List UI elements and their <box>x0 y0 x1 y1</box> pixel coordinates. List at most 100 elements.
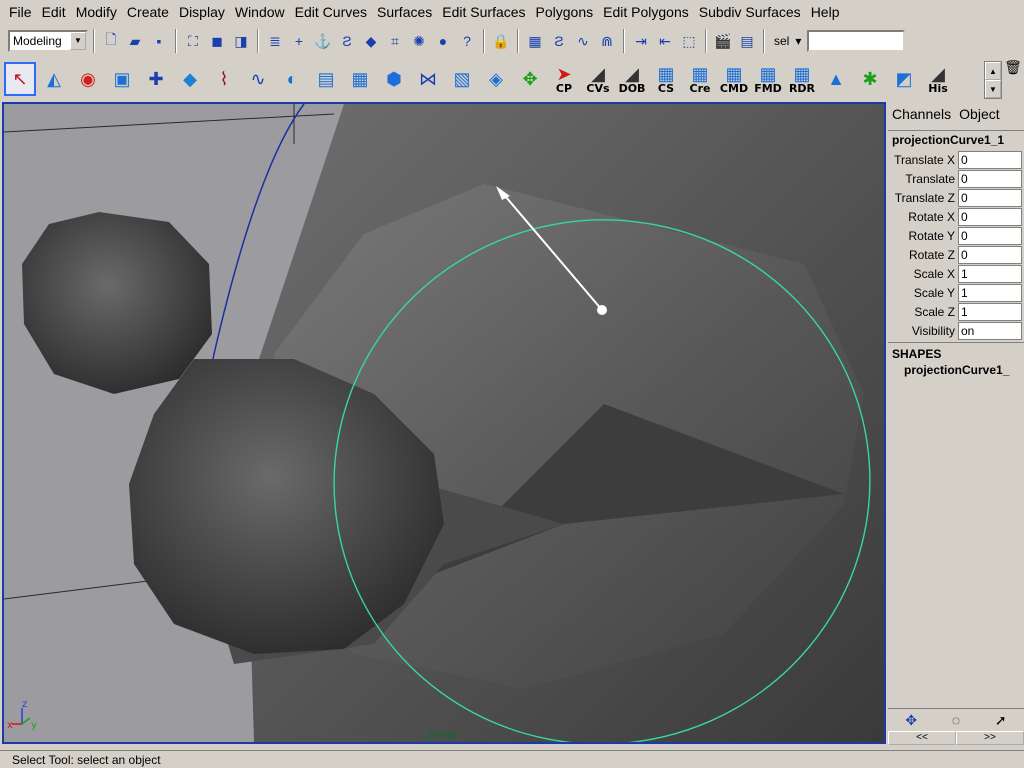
sculpt-button[interactable]: ▲ <box>820 62 852 96</box>
uv-editor-button[interactable]: ◩ <box>888 62 920 96</box>
tab-channels[interactable]: Channels <box>892 106 951 122</box>
manipulator-tool-button[interactable]: ◆ <box>174 62 206 96</box>
menu-window[interactable]: Window <box>230 0 290 24</box>
attribute-name[interactable]: Translate <box>888 172 958 186</box>
attribute-value-field[interactable]: 1 <box>958 302 1022 321</box>
menu-edit[interactable]: Edit <box>37 0 71 24</box>
shape-name[interactable]: projectionCurve1_ <box>888 363 1024 377</box>
menu-subdiv-surfaces[interactable]: Subdiv Surfaces <box>694 0 806 24</box>
plus-icon[interactable]: + <box>288 30 310 52</box>
snap-curve-icon[interactable]: Ƨ <box>336 30 358 52</box>
perspective-viewport[interactable]: x y z persp <box>2 102 886 744</box>
rotate-tool-button[interactable]: ◉ <box>72 62 104 96</box>
select-hierarchy-icon[interactable]: ⛶ <box>182 30 204 52</box>
attribute-name[interactable]: Scale Z <box>888 305 958 319</box>
mode-dropdown[interactable]: Modeling ▼ <box>8 30 88 52</box>
cmd-button[interactable]: ▦ CMD <box>718 62 750 96</box>
menu-edit-polygons[interactable]: Edit Polygons <box>598 0 694 24</box>
attribute-value-field[interactable]: 1 <box>958 283 1022 302</box>
select-object-icon[interactable]: ◼ <box>206 30 228 52</box>
attribute-name[interactable]: Translate X <box>888 153 958 167</box>
magnet-icon[interactable]: ⋒ <box>596 30 618 52</box>
snap-point-icon[interactable]: ◆ <box>360 30 382 52</box>
snap-live-icon[interactable]: ✺ <box>408 30 430 52</box>
menu-create[interactable]: Create <box>122 0 174 24</box>
ep-curve-tool-button[interactable]: ⌇ <box>208 62 240 96</box>
circle-icon[interactable]: ◌ <box>952 712 960 728</box>
attribute-name[interactable]: Rotate Z <box>888 248 958 262</box>
attribute-value-field[interactable]: 0 <box>958 226 1022 245</box>
revolve-button[interactable]: ◐ <box>276 62 308 96</box>
move-tool-button[interactable]: ✚ <box>140 62 172 96</box>
shelf-scroll-down-icon[interactable]: ▼ <box>985 80 1001 98</box>
lasso-tool-button[interactable]: ◭ <box>38 62 70 96</box>
menu-display[interactable]: Display <box>174 0 230 24</box>
attribute-value-field[interactable]: 0 <box>958 169 1022 188</box>
attribute-name[interactable]: Scale Y <box>888 286 958 300</box>
output-line-icon[interactable]: ⇤ <box>654 30 676 52</box>
ipr-render-icon[interactable]: ▤ <box>736 30 758 52</box>
attribute-value-field[interactable]: 0 <box>958 188 1022 207</box>
loft-button[interactable]: ▤ <box>310 62 342 96</box>
cre-button[interactable]: ▦ Cre <box>684 62 716 96</box>
select-tool-button[interactable]: ↖ <box>4 62 36 96</box>
input-ops-icon[interactable]: ▦ <box>524 30 546 52</box>
nav-next-button[interactable]: >> <box>956 731 1024 745</box>
menu-file[interactable]: File <box>4 0 37 24</box>
his-button[interactable]: ◢ His <box>922 62 954 96</box>
shelf-scroll-up-icon[interactable]: ▲ <box>985 62 1001 80</box>
extrude-button[interactable]: ⬢ <box>378 62 410 96</box>
snap-together-icon[interactable]: ∿ <box>572 30 594 52</box>
render-region-icon[interactable]: ⬚ <box>678 30 700 52</box>
filter-icon[interactable]: ≣ <box>264 30 286 52</box>
construction-history-icon[interactable]: Ƨ <box>548 30 570 52</box>
cvs-button[interactable]: ◢ CVs <box>582 62 614 96</box>
input-line-icon[interactable]: ⇥ <box>630 30 652 52</box>
birail-button[interactable]: ⋈ <box>412 62 444 96</box>
select-component-icon[interactable]: ◨ <box>230 30 252 52</box>
square-button[interactable]: ◈ <box>480 62 512 96</box>
selection-input[interactable] <box>807 30 906 52</box>
menu-edit-curves[interactable]: Edit Curves <box>290 0 372 24</box>
attribute-name[interactable]: Visibility <box>888 324 958 338</box>
shelf-scrollbar[interactable]: ▲ ▼ <box>984 61 1002 99</box>
transform-icon[interactable]: ✥ <box>905 712 917 729</box>
open-scene-icon[interactable]: ▰ <box>124 30 146 52</box>
menu-surfaces[interactable]: Surfaces <box>372 0 437 24</box>
scale-tool-button[interactable]: ▣ <box>106 62 138 96</box>
snap-grid-icon[interactable]: ⚓ <box>312 30 334 52</box>
menu-help[interactable]: Help <box>806 0 845 24</box>
render-icon[interactable]: 🎬 <box>712 30 734 52</box>
attribute-name[interactable]: Scale X <box>888 267 958 281</box>
cs-button[interactable]: ▦ CS <box>650 62 682 96</box>
attribute-value-field[interactable]: 1 <box>958 264 1022 283</box>
dob-button[interactable]: ◢ DOB <box>616 62 648 96</box>
cv-curve-tool-button[interactable]: ∿ <box>242 62 274 96</box>
sphere-icon[interactable]: ● <box>432 30 454 52</box>
sel-dropdown-icon[interactable]: ▾ <box>795 34 801 48</box>
attribute-name[interactable]: Translate Z <box>888 191 958 205</box>
arrow-icon[interactable]: ➚ <box>995 712 1007 729</box>
boundary-button[interactable]: ▧ <box>446 62 478 96</box>
trash-icon[interactable]: 🗑 <box>1004 59 1022 77</box>
project-curve-button[interactable]: ✥ <box>514 62 546 96</box>
planar-button[interactable]: ▦ <box>344 62 376 96</box>
lock-icon[interactable]: 🔒 <box>490 30 512 52</box>
menu-edit-surfaces[interactable]: Edit Surfaces <box>437 0 530 24</box>
cp-button[interactable]: ➤ CP <box>548 62 580 96</box>
menu-polygons[interactable]: Polygons <box>531 0 599 24</box>
paint-weights-button[interactable]: ✱ <box>854 62 886 96</box>
object-name[interactable]: projectionCurve1_1 <box>888 131 1024 150</box>
nav-prev-button[interactable]: << <box>888 731 956 745</box>
new-scene-icon[interactable]: 🗋 <box>100 30 122 52</box>
rdr-button[interactable]: ▦ RDR <box>786 62 818 96</box>
attribute-value-field[interactable]: 0 <box>958 207 1022 226</box>
menu-modify[interactable]: Modify <box>71 0 122 24</box>
attribute-value-field[interactable]: 0 <box>958 150 1022 169</box>
help-icon[interactable]: ? <box>456 30 478 52</box>
snap-view-plane-icon[interactable]: ⌗ <box>384 30 406 52</box>
attribute-name[interactable]: Rotate Y <box>888 229 958 243</box>
attribute-name[interactable]: Rotate X <box>888 210 958 224</box>
attribute-value-field[interactable]: 0 <box>958 245 1022 264</box>
attribute-value-field[interactable]: on <box>958 321 1022 340</box>
